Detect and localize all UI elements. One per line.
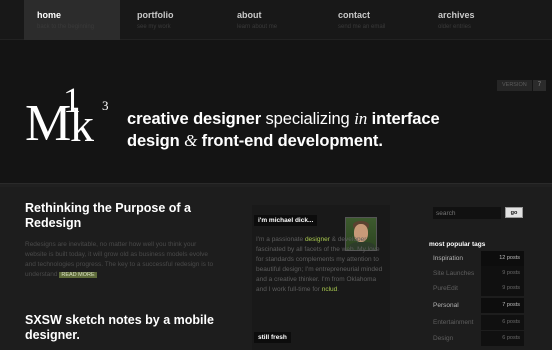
nav-home-sub: back to the beginning xyxy=(37,24,95,30)
tag-name: Entertainment xyxy=(433,319,474,326)
tag-entertainment[interactable]: Entertainment 6 posts xyxy=(429,315,524,330)
tagline-part-3: in xyxy=(354,109,368,128)
tag-design[interactable]: Design 6 posts xyxy=(429,331,524,346)
about-text-1: I'm a passionate xyxy=(256,236,305,243)
nav-home[interactable]: home back to the beginning xyxy=(24,0,120,40)
tagline-part-6: front-end development. xyxy=(197,132,383,150)
tag-personal[interactable]: Personal 7 posts xyxy=(429,298,524,313)
tag-inspiration[interactable]: Inspiration 12 posts xyxy=(429,251,524,266)
top-navigation: home back to the beginning portfolio see… xyxy=(0,0,552,40)
nav-contact[interactable]: contact send me an email xyxy=(325,0,421,40)
still-fresh-heading: still fresh xyxy=(254,332,291,343)
search-button[interactable]: go xyxy=(505,207,523,218)
tag-name: Inspiration xyxy=(433,255,463,262)
tag-name: PureEdit xyxy=(433,285,458,292)
nav-contact-label: contact xyxy=(338,10,371,20)
tag-count: 6 posts xyxy=(481,315,524,330)
nav-archives-label: archives xyxy=(438,10,475,20)
nav-portfolio-sub: see my work xyxy=(137,24,171,30)
popular-tags-heading: most popular tags xyxy=(429,241,486,248)
nav-about[interactable]: about learn about me xyxy=(224,0,320,40)
tagline-part-1: creative designer xyxy=(127,110,262,128)
search-input[interactable] xyxy=(433,207,501,219)
designer-link[interactable]: designer xyxy=(305,236,330,243)
tag-site-launches[interactable]: Site Launches 9 posts xyxy=(429,266,524,281)
tagline-part-2: specializing xyxy=(261,110,355,128)
tagline-part-5: & xyxy=(184,131,198,150)
logo-letter-k: k xyxy=(70,99,94,152)
nclud-link[interactable]: nclud xyxy=(322,286,338,293)
tag-name: Design xyxy=(433,335,454,342)
post-title-sxsw[interactable]: SXSW sketch notes by a mobile designer. xyxy=(25,313,215,343)
nav-home-label: home xyxy=(37,10,62,20)
post-excerpt: Redesigns are inevitable, no matter how … xyxy=(25,240,215,280)
tag-name: Personal xyxy=(433,302,459,309)
about-text-3: . xyxy=(337,286,340,293)
nav-about-label: about xyxy=(237,10,262,20)
version-badge: VERSION 7 xyxy=(497,80,547,91)
nav-archives-sub: older entries xyxy=(438,24,472,30)
about-text: I'm a passionate designer & developer fa… xyxy=(256,235,384,295)
nav-contact-sub: send me an email xyxy=(338,24,386,30)
read-more-link[interactable]: READ MORE xyxy=(59,272,97,278)
logo-superscript-three: 3 xyxy=(102,98,109,113)
site-tagline: creative designer specializing in interf… xyxy=(127,108,487,152)
post-title-redesign[interactable]: Rethinking the Purpose of a Redesign xyxy=(25,201,215,231)
version-label: VERSION xyxy=(497,80,532,91)
nav-portfolio-label: portfolio xyxy=(137,10,174,20)
nav-about-sub: learn about me xyxy=(237,24,278,30)
version-number: 7 xyxy=(532,80,547,91)
tag-count: 9 posts xyxy=(481,266,524,281)
tag-count: 7 posts xyxy=(481,298,524,313)
nav-archives[interactable]: archives older entries xyxy=(425,0,521,40)
tag-pureedit[interactable]: PureEdit 9 posts xyxy=(429,281,524,296)
tag-count: 6 posts xyxy=(481,331,524,346)
tag-name: Site Launches xyxy=(433,270,475,277)
site-logo[interactable]: M 1 k 3 xyxy=(25,82,120,152)
post-excerpt-text: Redesigns are inevitable, no matter how … xyxy=(25,241,214,278)
about-heading: i'm michael dick... xyxy=(254,215,318,226)
nav-portfolio[interactable]: portfolio see my work xyxy=(124,0,220,40)
tag-count: 12 posts xyxy=(481,251,524,266)
tag-count: 9 posts xyxy=(481,281,524,296)
about-text-2: & developer fascinated by all facets of … xyxy=(256,236,383,293)
